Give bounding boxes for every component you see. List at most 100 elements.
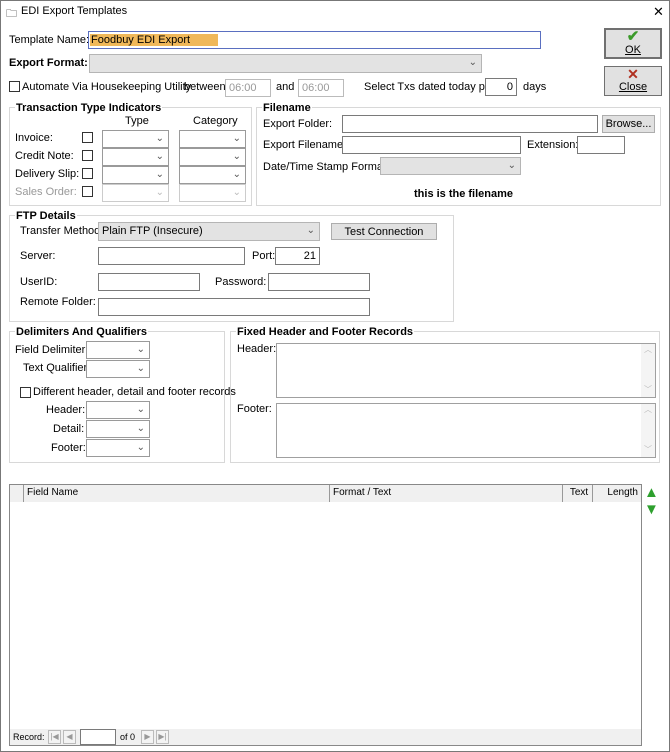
template-name-input[interactable]: Foodbuy EDI Export — [88, 31, 541, 49]
group-title: Filename — [262, 101, 312, 115]
chevron-down-icon: ⌄ — [155, 169, 164, 180]
server-input[interactable] — [98, 247, 245, 265]
tx-row-label: Credit Note: — [15, 150, 74, 162]
tx-category-select[interactable]: ⌄ — [179, 184, 246, 202]
template-name-value: Foodbuy EDI Export — [90, 34, 219, 46]
port-input[interactable]: 21 — [275, 247, 320, 265]
window-close-icon[interactable]: ✕ — [653, 4, 664, 20]
text-qualifier-select[interactable]: ⌄ — [86, 360, 150, 378]
chevron-down-icon: ⌄ — [155, 151, 164, 162]
password-input[interactable] — [268, 273, 370, 291]
browse-button[interactable]: Browse... — [602, 115, 655, 133]
tx-row-checkbox[interactable] — [82, 150, 93, 161]
fixed-footer-label: Footer: — [237, 403, 272, 415]
to-time-spinner[interactable]: 06:00 — [298, 79, 344, 97]
fixed-footer-textarea[interactable]: ︿ ﹀ — [276, 403, 656, 458]
move-down-icon[interactable]: ▼ — [644, 501, 659, 518]
header-select[interactable]: ⌄ — [86, 401, 150, 419]
transfer-method-select[interactable]: Plain FTP (Insecure) ⌄ — [98, 222, 320, 241]
chevron-down-icon: ⌄ — [468, 57, 477, 68]
tx-row-checkbox[interactable] — [82, 168, 93, 179]
chevron-down-icon: ⌄ — [507, 160, 516, 171]
move-up-icon[interactable]: ▲ — [644, 484, 659, 501]
chevron-down-icon: ⌄ — [136, 363, 145, 374]
remote-folder-label: Remote Folder: — [20, 296, 96, 308]
between-label: between — [184, 81, 226, 93]
record-navigator: Record: |◀ ◀ of 0 ▶ ▶| — [10, 729, 641, 745]
tx-row-checkbox[interactable] — [82, 186, 93, 197]
detail-select-label: Detail: — [53, 423, 85, 435]
tx-type-select[interactable]: ⌄ — [102, 166, 169, 184]
template-name-label: Template Name: — [9, 34, 90, 46]
userid-label: UserID: — [20, 276, 58, 288]
record-count: of 0 — [120, 732, 136, 742]
different-records-checkbox[interactable] — [20, 387, 31, 398]
column-header-length[interactable]: Length — [593, 485, 641, 502]
field-delimiter-label: Field Delimiter: — [15, 344, 89, 356]
last-record-button[interactable]: ▶| — [156, 730, 169, 744]
category-column-header: Category — [193, 115, 238, 127]
row-selector-header — [10, 485, 24, 502]
tx-row-checkbox[interactable] — [82, 132, 93, 143]
from-time-spinner[interactable]: 06:00 — [225, 79, 271, 97]
column-header-text[interactable]: Text — [563, 485, 593, 502]
days-input[interactable]: 0 — [485, 78, 517, 96]
stamp-format-label: Date/Time Stamp Format: — [263, 161, 390, 173]
stamp-format-select[interactable]: ⌄ — [380, 157, 521, 175]
fields-grid[interactable]: Field Name Format / Text Text Length Rec… — [9, 484, 642, 746]
close-button[interactable]: ✕ Close — [604, 66, 662, 96]
tx-type-select[interactable]: ⌄ — [102, 130, 169, 148]
remote-folder-input[interactable] — [98, 298, 370, 316]
checkmark-icon: ✔ — [626, 28, 640, 45]
footer-select-label: Footer: — [51, 442, 86, 454]
tx-type-select[interactable]: ⌄ — [102, 184, 169, 202]
column-header-field-name[interactable]: Field Name — [24, 485, 330, 502]
export-format-select[interactable]: ⌄ — [89, 54, 482, 73]
tx-type-select[interactable]: ⌄ — [102, 148, 169, 166]
column-header-format-text[interactable]: Format / Text — [330, 485, 563, 502]
days-label: days — [523, 81, 547, 93]
next-record-button[interactable]: ▶ — [141, 730, 154, 744]
text-qualifier-label: Text Qualifier: — [23, 362, 91, 374]
export-format-label: Export Format: — [9, 57, 88, 69]
tx-category-select[interactable]: ⌄ — [179, 166, 246, 184]
tx-category-select[interactable]: ⌄ — [179, 148, 246, 166]
export-folder-input[interactable] — [342, 115, 598, 133]
test-connection-button[interactable]: Test Connection — [331, 223, 437, 240]
tx-row-label: Invoice: — [15, 132, 53, 144]
export-folder-label: Export Folder: — [263, 118, 333, 130]
window-icon: 🗀 — [6, 8, 17, 20]
password-label: Password: — [215, 276, 267, 288]
automate-label: Automate Via Housekeeping Utility — [22, 81, 192, 93]
group-title: Transaction Type Indicators — [15, 101, 163, 115]
scrollbar[interactable]: ︿ ﹀ — [641, 404, 655, 457]
fixed-header-textarea[interactable]: ︿ ﹀ — [276, 343, 656, 398]
field-delimiter-select[interactable]: ⌄ — [86, 341, 150, 359]
and-label: and — [276, 81, 295, 93]
extension-input[interactable] — [577, 136, 625, 154]
footer-select[interactable]: ⌄ — [86, 439, 150, 457]
fixed-header-label: Header: — [237, 343, 277, 355]
edi-export-templates-window: 🗀 EDI Export Templates ✕ Template Name: … — [0, 0, 670, 752]
group-title: FTP Details — [15, 209, 77, 223]
chevron-down-icon: ⌄ — [232, 133, 241, 144]
userid-input[interactable] — [98, 273, 200, 291]
select-txs-label: Select Txs dated today plus — [364, 81, 499, 93]
ok-button[interactable]: ✔ OK — [604, 28, 662, 59]
scrollbar[interactable]: ︿ ﹀ — [641, 344, 655, 397]
first-record-button[interactable]: |◀ — [48, 730, 61, 744]
previous-record-button[interactable]: ◀ — [63, 730, 76, 744]
filename-preview: this is the filename — [414, 188, 514, 200]
chevron-down-icon: ⌄ — [155, 133, 164, 144]
detail-select[interactable]: ⌄ — [86, 420, 150, 438]
server-label: Server: — [20, 250, 56, 262]
tx-category-select[interactable]: ⌄ — [179, 130, 246, 148]
export-filename-input[interactable] — [342, 136, 521, 154]
chevron-down-icon: ⌄ — [232, 151, 241, 162]
tx-row-label: Delivery Slip: — [15, 168, 80, 180]
automate-checkbox[interactable] — [9, 81, 20, 92]
record-number-input[interactable] — [80, 729, 116, 745]
port-label: Port: — [252, 250, 276, 262]
chevron-down-icon: ⌄ — [136, 423, 145, 434]
chevron-down-icon: ⌄ — [136, 404, 145, 415]
